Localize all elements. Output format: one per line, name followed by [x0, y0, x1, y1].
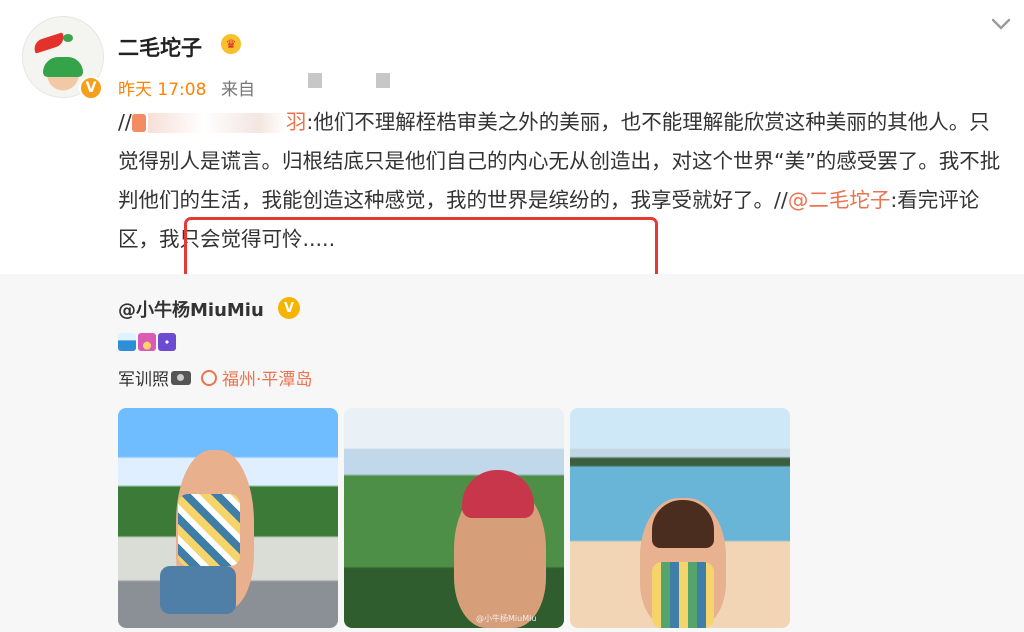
verified-icon: V [278, 297, 300, 319]
caption-text: 军训照 [118, 370, 169, 390]
caption-line: 军训照 福州·平潭岛 [118, 365, 312, 390]
crochet-top [178, 494, 240, 566]
green-hat [43, 57, 83, 77]
chevron-down-icon[interactable] [988, 12, 1014, 38]
pepper-decoration [31, 32, 67, 54]
wave-icon [118, 333, 136, 351]
striped-top [652, 562, 714, 628]
emoji-row [118, 333, 176, 351]
photo-thumbnail[interactable]: @小牛杨MiuMiu [344, 408, 564, 628]
pepper-leaf [63, 34, 73, 42]
crown-icon: ♛ [221, 34, 241, 54]
camera-icon [171, 370, 191, 385]
red-bandana [462, 470, 534, 518]
post-time[interactable]: 昨天 17:08 [118, 75, 206, 100]
sunset-icon [138, 333, 156, 351]
photo-watermark: @小牛杨MiuMiu [476, 614, 537, 623]
repost-prefix: // [118, 110, 132, 134]
username[interactable]: 二毛坨子 [118, 32, 202, 62]
post-header: V 二毛坨子 ♛ 昨天 17:08 来自 [0, 0, 1024, 110]
denim-skirt [160, 566, 236, 614]
blurred-username [147, 113, 286, 133]
mention-prefix: // [774, 188, 788, 212]
highlight-box [184, 217, 658, 280]
blurred-source-block [308, 73, 322, 88]
original-author[interactable]: @小牛杨MiuMiu [118, 296, 264, 322]
photo-thumbnail[interactable] [570, 408, 790, 628]
blurred-user-icon [131, 114, 146, 132]
repost-username-suffix[interactable]: 羽 [286, 110, 307, 134]
fireworks-icon [158, 333, 176, 351]
location-icon [201, 369, 217, 386]
post-source-label: 来自 [221, 80, 255, 100]
mention-link[interactable]: @二毛坨子 [788, 188, 891, 212]
original-post: @小牛杨MiuMiu V 军训照 福州·平潭岛 @小牛杨MiuMiu [0, 274, 1024, 632]
photo-thumbnail[interactable] [118, 408, 338, 628]
blurred-source-block [376, 73, 390, 88]
verified-badge-icon: V [79, 76, 103, 100]
location-link[interactable]: 福州·平潭岛 [222, 365, 312, 390]
